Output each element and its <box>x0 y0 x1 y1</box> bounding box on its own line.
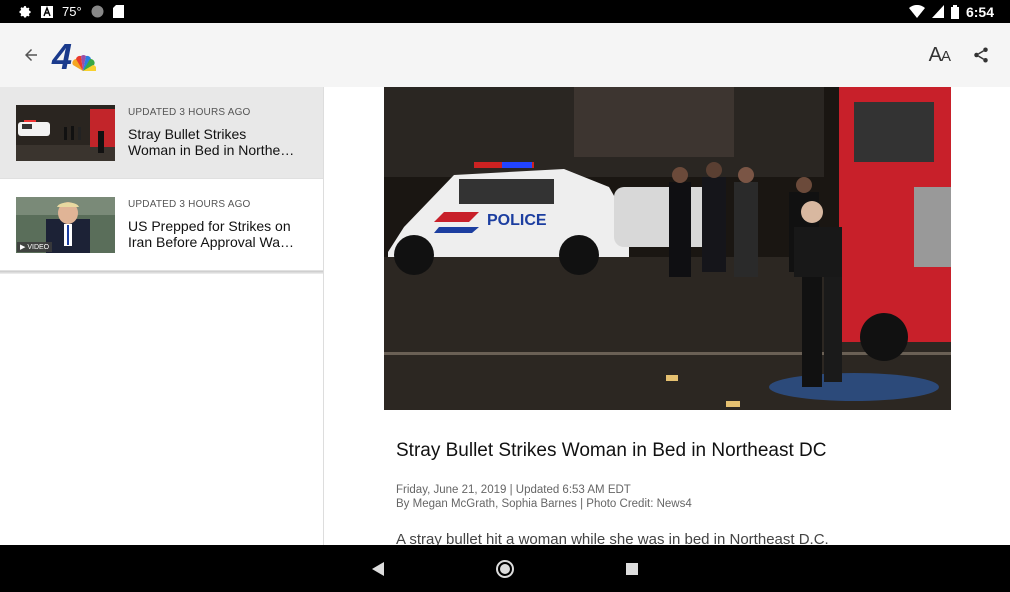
temperature-text: 75° <box>62 4 82 19</box>
nav-back-button[interactable] <box>367 558 389 580</box>
list-divider <box>0 271 323 274</box>
signal-icon <box>931 5 944 18</box>
clock-text: 6:54 <box>965 3 994 20</box>
story-thumbnail <box>16 104 115 161</box>
share-button[interactable] <box>972 46 990 64</box>
back-button[interactable] <box>16 40 46 70</box>
triangle-back-icon <box>372 561 384 576</box>
article-title: Stray Bullet Strikes Woman in Bed in Nor… <box>396 440 827 461</box>
status-bar: 75° 6:54 <box>0 0 1010 23</box>
text-size-button[interactable]: AA <box>928 43 951 67</box>
hero-image: POLICE <box>384 87 951 410</box>
video-badge: ▶ VIDEO <box>17 241 53 252</box>
sd-card-icon <box>112 5 124 18</box>
gear-icon <box>18 5 32 19</box>
app-bar: 4 AA <box>0 23 1010 87</box>
circle-icon <box>91 5 104 18</box>
article-body: A stray bullet hit a woman while she was… <box>396 531 829 545</box>
story-thumbnail: ▶ VIDEO <box>16 196 115 253</box>
police-text: POLICE <box>487 212 547 229</box>
list-item[interactable]: ▶ VIDEO UPDATED 3 HOURS AGO US Prepped f… <box>0 179 323 271</box>
text-size-big: A <box>928 43 942 66</box>
list-item[interactable]: UPDATED 3 HOURS AGO Stray Bullet Strikes… <box>0 87 323 179</box>
story-headline: Stray Bullet Strikes Woman in Bed in Nor… <box>128 126 295 158</box>
arrow-left-icon <box>25 49 37 61</box>
article-pane: POLICE Stray Bullet Strikes Woman in Bed… <box>325 87 1010 545</box>
article-date: Friday, June 21, 2019 | Updated 6:53 AM … <box>396 484 631 496</box>
updated-label: UPDATED 3 HOURS AGO <box>128 199 251 210</box>
peacock-icon <box>72 55 97 71</box>
story-headline: US Prepped for Strikes on Iran Before Ap… <box>128 218 295 250</box>
share-icon <box>974 47 988 63</box>
story-list: UPDATED 3 HOURS AGO Stray Bullet Strikes… <box>0 87 324 545</box>
navigation-bar <box>0 545 1010 592</box>
article-meta: Friday, June 21, 2019 | Updated 6:53 AM … <box>396 483 692 511</box>
wifi-icon <box>908 5 925 18</box>
battery-icon <box>950 4 959 19</box>
nav-home-button[interactable] <box>494 558 516 580</box>
text-size-small: A <box>940 47 951 65</box>
circle-home-icon <box>496 559 514 578</box>
updated-label: UPDATED 3 HOURS AGO <box>128 107 251 118</box>
video-badge-label: VIDEO <box>27 243 50 251</box>
article-byline: By Megan McGrath, Sophia Barnes | Photo … <box>396 498 692 510</box>
square-recents-icon <box>626 562 638 575</box>
logo-number: 4 <box>52 36 73 77</box>
font-a-icon <box>41 5 53 18</box>
nbc4-logo: 4 <box>52 35 97 77</box>
nav-recents-button[interactable] <box>621 558 643 580</box>
